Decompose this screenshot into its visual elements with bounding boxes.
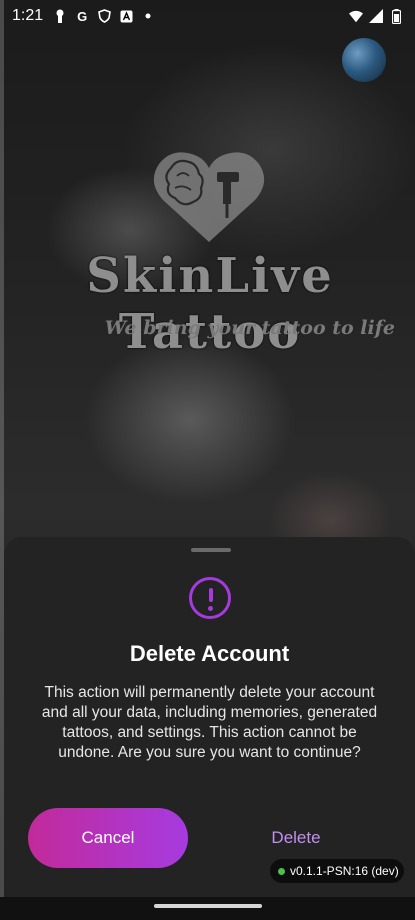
delete-account-sheet: Delete Account This action will permanen… xyxy=(4,537,415,897)
brand-title: SkinLive Tattoo xyxy=(86,248,334,360)
dialog-body: This action will permanently delete your… xyxy=(41,684,378,761)
keyhole-icon xyxy=(53,9,67,23)
warning-icon xyxy=(189,577,231,619)
version-badge: v0.1.1-PSN:16 (dev) xyxy=(270,859,404,883)
home-gesture-pill[interactable] xyxy=(154,904,262,908)
brand-tagline: We bring your tattoo to life xyxy=(104,317,395,339)
status-icons-right xyxy=(349,8,403,24)
version-text: v0.1.1-PSN:16 (dev) xyxy=(290,864,399,878)
status-bar: 1:21 G xyxy=(0,0,415,32)
cancel-button[interactable]: Cancel xyxy=(28,808,188,868)
delete-button[interactable]: Delete xyxy=(256,825,336,851)
a-box-icon xyxy=(119,9,133,23)
dialog-title: Delete Account xyxy=(129,641,290,666)
status-time: 1:21 xyxy=(12,7,44,24)
google-icon: G xyxy=(77,8,88,24)
dot-icon xyxy=(141,9,155,23)
wifi-icon xyxy=(349,9,363,23)
sheet-drag-handle[interactable] xyxy=(191,548,231,552)
status-dot-icon xyxy=(278,867,285,875)
shield-icon xyxy=(97,9,111,23)
status-icons-left: G xyxy=(53,8,155,24)
navigation-bar xyxy=(0,897,415,920)
brain-heart-logo-icon xyxy=(153,152,265,242)
globe-icon[interactable] xyxy=(342,38,386,82)
battery-icon xyxy=(389,8,403,24)
signal-icon xyxy=(369,9,383,23)
